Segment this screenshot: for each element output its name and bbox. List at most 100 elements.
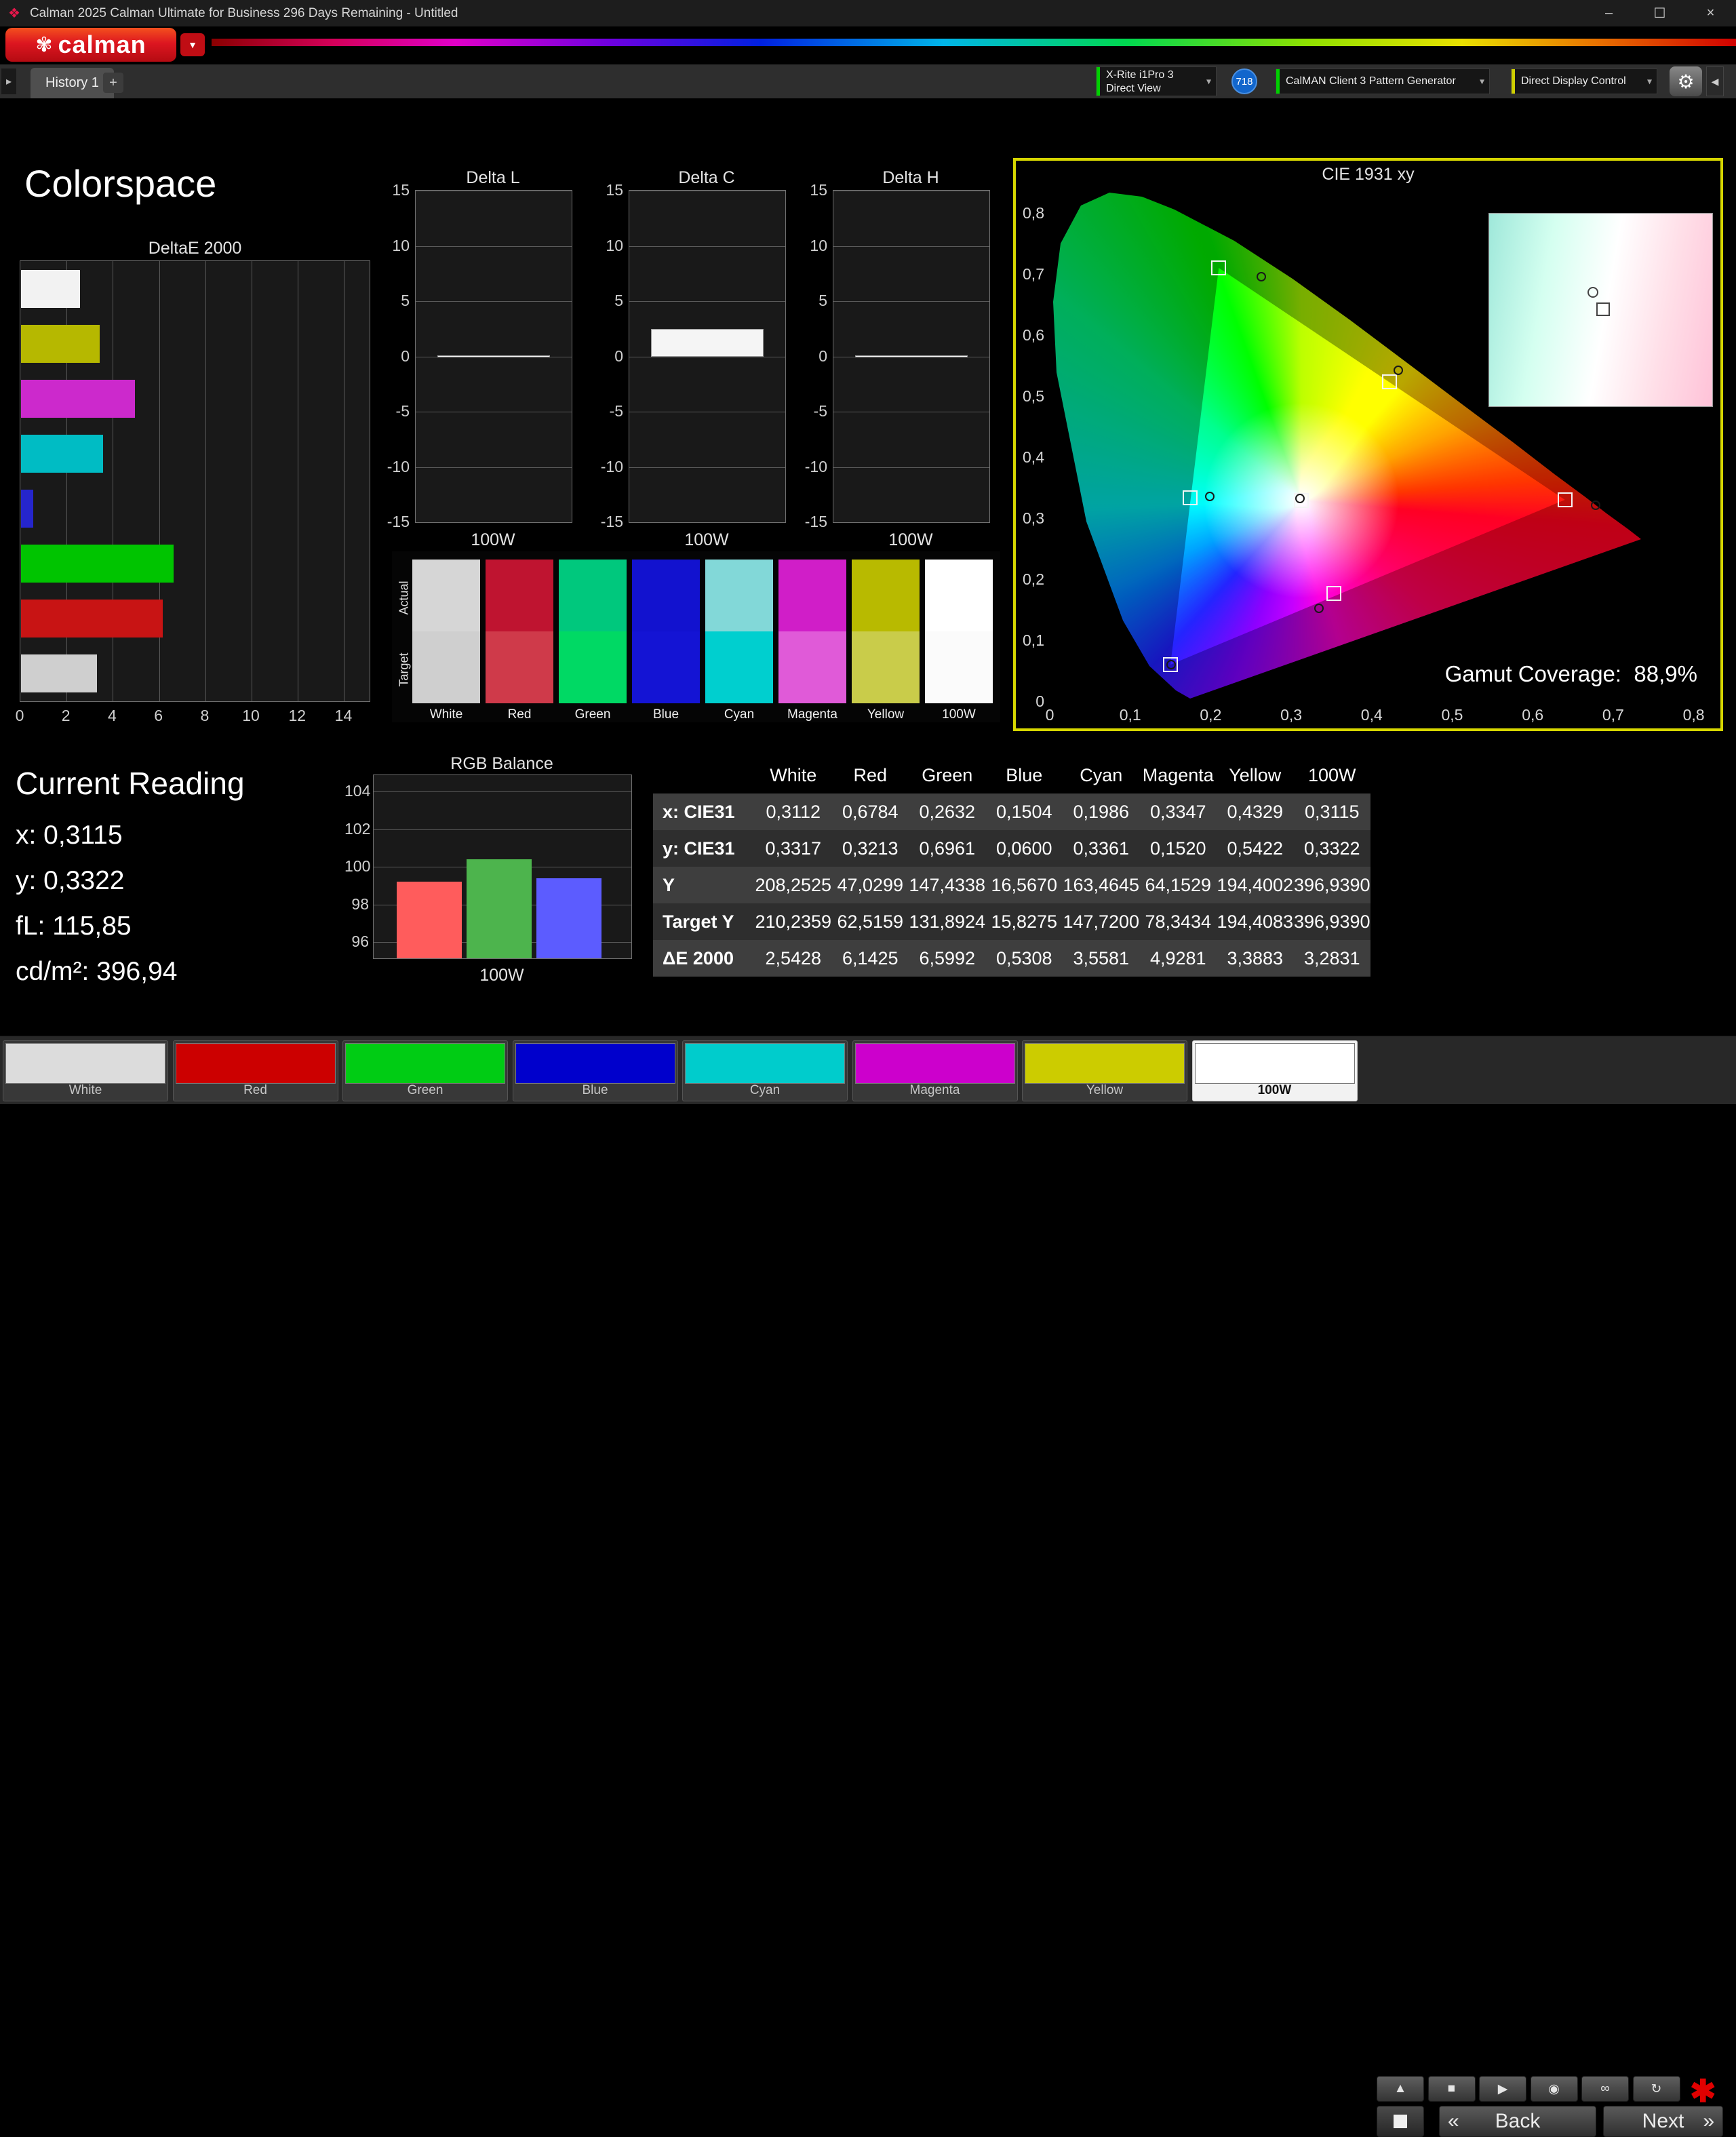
swatch-target-color (559, 631, 627, 703)
gamut-coverage-readout: Gamut Coverage: 88,9% (1445, 661, 1697, 687)
tab-scroll-button[interactable]: ▸ (1, 68, 16, 94)
axis-tick-label: 6 (154, 707, 163, 724)
chevron-down-icon: ▾ (1646, 75, 1652, 87)
meter-labels: X-Rite i1Pro 3 Direct View (1097, 67, 1216, 96)
back-label: Back (1495, 2110, 1541, 2132)
axis-tick-label: 0,8 (1682, 706, 1705, 724)
reading-cdm2: cd/m²: 396,94 (16, 957, 178, 986)
loop-button[interactable]: ∞ (1581, 2076, 1629, 2102)
table-column-header: Green (922, 764, 973, 785)
patch-button-yellow[interactable]: Yellow (1022, 1040, 1187, 1101)
patch-button-blue[interactable]: Blue (512, 1040, 678, 1101)
delta-c-plot-area (629, 190, 786, 523)
table-cell: 6,5992 (909, 940, 986, 977)
maximize-button[interactable]: ☐ (1634, 0, 1685, 26)
swatch-actual-color (852, 560, 920, 631)
axis-tick-label: 0,2 (1023, 570, 1044, 588)
axis-tick-label: 8 (200, 707, 210, 724)
gridline (833, 301, 989, 302)
back-chevron-icon: « (1448, 2110, 1459, 2132)
patch-button-cyan[interactable]: Cyan (682, 1040, 848, 1101)
settings-gear-button[interactable]: ⚙ (1670, 66, 1702, 96)
patch-button-green[interactable]: Green (342, 1040, 508, 1101)
meter-mode: Direct View (1106, 83, 1161, 94)
swatch-yellow: Yellow (852, 560, 920, 722)
table-cell: 15,8275 (985, 903, 1063, 940)
display-control-dropdown[interactable]: Direct Display Control ▾ (1511, 68, 1657, 94)
swatch-actual-color (559, 560, 627, 631)
back-button[interactable]: « Back (1439, 2106, 1596, 2137)
deltae-bar-white (21, 269, 80, 308)
close-button[interactable]: × (1685, 0, 1736, 26)
calibration-asterisk-icon: ✱ (1690, 2073, 1716, 2109)
patch-label: Magenta (909, 1083, 960, 1097)
patch-label: White (68, 1083, 102, 1097)
swatch-magenta: Magenta (778, 560, 846, 722)
axis-tick-label: 5 (818, 292, 827, 309)
pattern-generator-dropdown[interactable]: CalMAN Client 3 Pattern Generator ▾ (1276, 68, 1490, 94)
tab-history-1[interactable]: History 1 (31, 68, 114, 98)
table-column-header: 100W (1307, 764, 1356, 785)
rgb-bar-red (397, 882, 462, 958)
deltae-bar-magenta (21, 379, 136, 418)
rgb-bar-green (467, 859, 532, 958)
patch-button-magenta[interactable]: Magenta (852, 1040, 1018, 1101)
delta-h-plot-area (833, 190, 990, 523)
patch-window-button[interactable] (1377, 2106, 1424, 2137)
table-column-header: White (770, 764, 817, 785)
next-button[interactable]: Next » (1603, 2106, 1723, 2137)
minimize-button[interactable]: – (1583, 0, 1634, 26)
meter-name: X-Rite i1Pro 3 (1106, 69, 1174, 81)
axis-tick-label: 0,3 (1023, 509, 1044, 527)
table-cell: 194,4083 (1217, 903, 1294, 940)
swatch-label: Blue (652, 707, 679, 722)
record-button[interactable]: ◉ (1530, 2076, 1578, 2102)
axis-tick-label: 15 (392, 181, 410, 199)
table-cell: 0,2632 (909, 793, 986, 830)
add-tab-button[interactable]: + (103, 73, 123, 93)
next-label: Next (1642, 2110, 1684, 2132)
play-button[interactable]: ▶ (1479, 2076, 1526, 2102)
meter-status-badge[interactable]: 718 (1231, 68, 1257, 94)
main-menu-arrow-button[interactable]: ▼ (180, 33, 205, 56)
table-cell: 64,1529 (1139, 867, 1217, 903)
swatch-label: Yellow (867, 707, 905, 722)
level-up-button[interactable]: ▲ (1377, 2076, 1424, 2102)
meter-dropdown[interactable]: X-Rite i1Pro 3 Direct View ▾ (1096, 66, 1217, 96)
category-label: 100W (479, 966, 524, 985)
axis-tick-label: 98 (351, 895, 369, 913)
axis-tick-label: 5 (401, 292, 410, 309)
axis-tick-label: 0,6 (1522, 706, 1544, 724)
patch-color-blue (515, 1043, 675, 1084)
measured-marker-cyan (1204, 491, 1215, 501)
swatch-actual-color (486, 560, 553, 631)
deltae-bar-red (21, 600, 163, 638)
reading-fl: fL: 115,85 (16, 911, 132, 941)
calman-app: ❖ Calman 2025 Calman Ultimate for Busine… (0, 0, 1736, 2137)
axis-tick-label: -5 (395, 402, 410, 420)
delta-bar-100w (651, 328, 764, 357)
chart-title: RGB Balance (450, 754, 553, 773)
rgb-plot-area (373, 775, 632, 959)
swatch-actual-color (412, 560, 480, 631)
patch-button-100w[interactable]: 100W (1191, 1040, 1358, 1101)
calman-logo[interactable]: ✾ calman (5, 28, 176, 62)
axis-tick-label: -10 (804, 457, 827, 475)
patch-button-white[interactable]: White (3, 1040, 168, 1101)
table-cell: 0,3347 (1139, 793, 1217, 830)
patch-window-icon (1394, 2115, 1407, 2128)
gridline (205, 261, 206, 701)
refresh-button[interactable]: ↻ (1632, 2076, 1680, 2102)
stop-button[interactable]: ■ (1427, 2076, 1476, 2102)
swatch-target-color (778, 631, 846, 703)
bottom-bar: White Red Green Blue Cyan Magenta Yellow 100W ▲… (0, 1036, 1736, 2137)
gridline (629, 301, 785, 302)
measured-marker-red (1591, 500, 1601, 510)
collapse-panel-button[interactable]: ◀ (1706, 66, 1724, 96)
deltae-bar-100w (21, 654, 97, 693)
patch-button-red[interactable]: Red (172, 1040, 338, 1101)
actual-row-label: Actual (397, 581, 411, 615)
deltae-bar-cyan (21, 434, 104, 473)
measured-marker-blue (1166, 660, 1176, 669)
swatch-target-color (412, 631, 480, 703)
